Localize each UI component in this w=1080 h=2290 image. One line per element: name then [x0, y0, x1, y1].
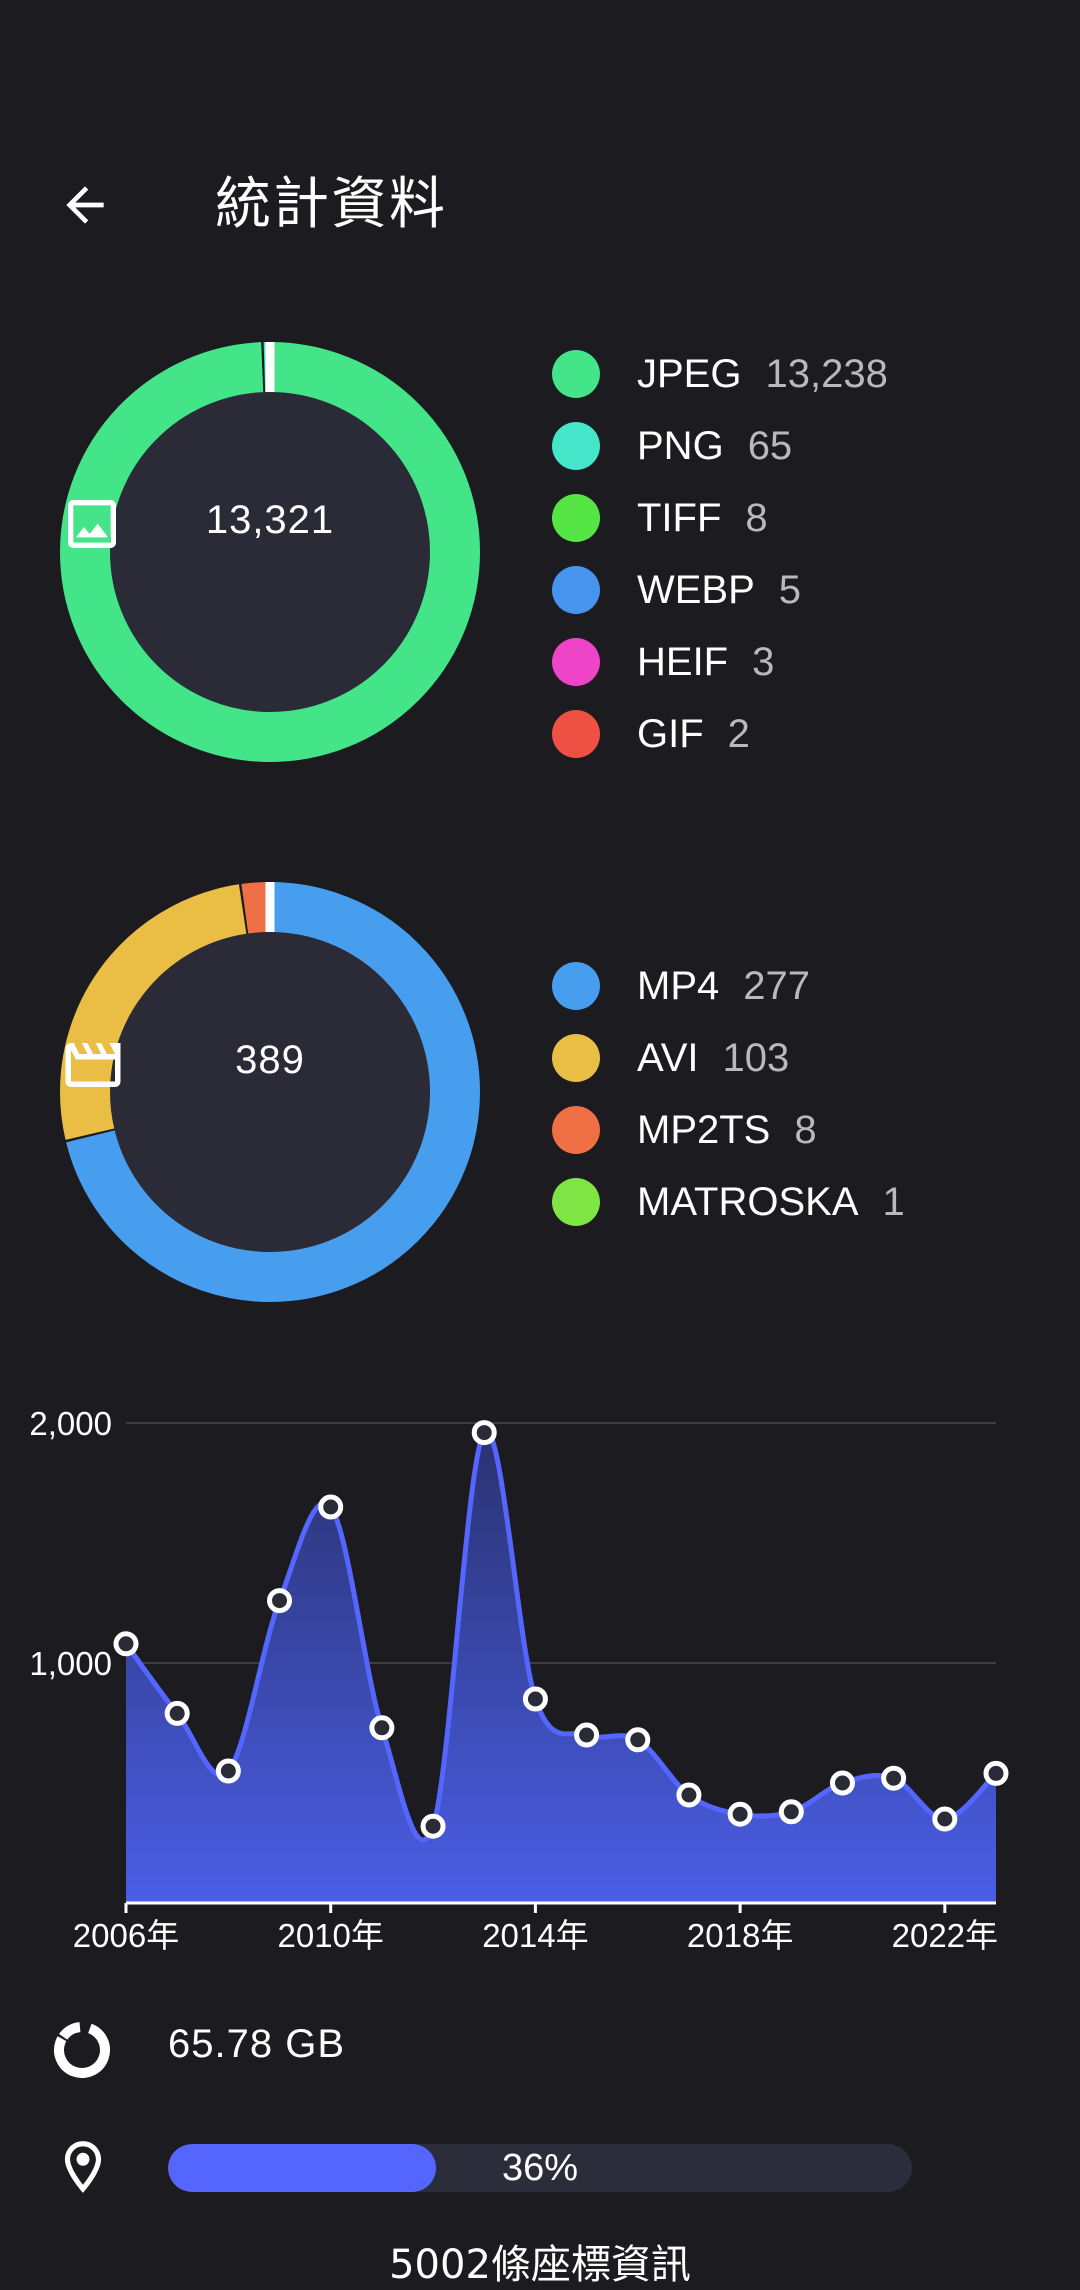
video-donut-center: 389: [60, 1032, 480, 1087]
storage-size: 65.78 GB: [168, 2022, 346, 2066]
chart-data-point: [164, 1700, 190, 1726]
video-format-legend: MP4 277 AVI 103 MP2TS 8 MATROSKA 1: [552, 950, 905, 1238]
legend-label: HEIF: [637, 639, 729, 684]
chart-data-point: [574, 1722, 600, 1748]
legend-count: 13,238: [765, 351, 888, 396]
legend-count: 277: [743, 963, 810, 1008]
chart-data-point: [215, 1758, 241, 1784]
image-format-donut-chart: 13,321: [60, 342, 480, 762]
legend-label: MATROSKA: [637, 1179, 859, 1224]
legend-item-avi: AVI 103: [552, 1022, 905, 1094]
legend-label: GIF: [637, 711, 704, 756]
yearly-count-area-chart: 1,000 2,000 2006年 2010年 2014年 2018年 2022年: [29, 1405, 1009, 1954]
chart-data-point: [318, 1494, 344, 1520]
geo-progress-bar: 36%: [168, 2144, 912, 2192]
legend-item-gif: GIF 2: [552, 698, 888, 770]
image-total-count: 13,321: [205, 498, 335, 542]
legend-item-matroska: MATROSKA 1: [552, 1166, 905, 1238]
legend-count: 65: [747, 423, 793, 468]
chart-data-point: [471, 1420, 497, 1446]
chart-data-point: [932, 1806, 958, 1832]
legend-label: JPEG: [637, 351, 742, 396]
legend-count: 3: [752, 639, 775, 684]
x-tick-label: 2006年: [73, 1917, 179, 1954]
x-tick-label: 2022年: [892, 1917, 998, 1954]
chart-data-point: [983, 1760, 1009, 1786]
chart-area-fill: [126, 1431, 996, 1903]
top-app-bar: 統計資料: [0, 150, 1080, 260]
image-icon: [68, 500, 116, 548]
legend-label: PNG: [637, 423, 724, 468]
legend-label: AVI: [637, 1035, 699, 1080]
legend-dot: [552, 566, 600, 614]
legend-item-mp2ts: MP2TS 8: [552, 1094, 905, 1166]
chart-data-point: [778, 1799, 804, 1825]
geo-progress-label: 36%: [501, 2147, 579, 2189]
video-donut-hole: [110, 932, 430, 1252]
image-donut-center: 13,321: [60, 492, 480, 548]
legend-item-tiff: TIFF 8: [552, 482, 888, 554]
location-progress-row: 36%: [0, 2130, 1080, 2210]
legend-label: TIFF: [637, 495, 722, 540]
legend-item-heif: HEIF 3: [552, 626, 888, 698]
movie-clapper-icon: [65, 1043, 121, 1087]
y-tick-label: 1,000: [29, 1645, 112, 1682]
chart-data-point: [267, 1588, 293, 1614]
legend-dot: [552, 1106, 600, 1154]
chart-data-point: [676, 1782, 702, 1808]
chart-data-point: [829, 1770, 855, 1796]
back-button[interactable]: [40, 160, 130, 250]
arrow-back-icon: [66, 186, 104, 224]
chart-data-point: [522, 1686, 548, 1712]
legend-item-png: PNG 65: [552, 410, 888, 482]
legend-dot: [552, 962, 600, 1010]
chart-data-point: [625, 1727, 651, 1753]
legend-dot: [552, 422, 600, 470]
legend-item-mp4: MP4 277: [552, 950, 905, 1022]
location-pin-icon: [64, 2141, 102, 2193]
page-title: 統計資料: [215, 172, 447, 237]
legend-count: 2: [727, 711, 750, 756]
legend-count: 8: [794, 1107, 817, 1152]
legend-dot: [552, 1178, 600, 1226]
x-tick-label: 2010年: [277, 1917, 383, 1954]
chart-data-point: [113, 1631, 139, 1657]
chart-data-point: [420, 1813, 446, 1839]
video-format-donut-chart: 389: [60, 882, 480, 1302]
chart-data-point: [881, 1765, 907, 1791]
x-tick-label: 2018年: [687, 1917, 793, 1954]
legend-dot: [552, 350, 600, 398]
legend-dot: [552, 710, 600, 758]
legend-item-jpeg: JPEG 13,238: [552, 338, 888, 410]
legend-count: 5: [778, 567, 802, 612]
chart-ticks: 2006年 2010年 2014年 2018年 2022年: [73, 1903, 998, 1954]
legend-dot: [552, 494, 600, 542]
video-total-count: 389: [235, 1038, 305, 1082]
legend-item-webp: WEBP 5: [552, 554, 888, 626]
chart-data-point: [727, 1801, 753, 1827]
geo-coordinate-caption: 5002條座標資訊: [389, 2242, 691, 2288]
legend-count: 1: [882, 1179, 905, 1224]
legend-dot: [552, 1034, 600, 1082]
legend-count: 103: [722, 1035, 790, 1080]
legend-label: MP4: [637, 963, 720, 1008]
storage-donut-icon: [54, 2022, 110, 2078]
legend-dot: [552, 638, 600, 686]
storage-usage-row: 65.78 GB: [0, 2008, 1080, 2092]
x-tick-label: 2014年: [482, 1917, 588, 1954]
image-donut-hole: [110, 392, 430, 712]
legend-label: MP2TS: [637, 1107, 771, 1152]
y-tick-label: 2,000: [29, 1405, 112, 1442]
legend-count: 8: [745, 495, 768, 540]
chart-data-point: [369, 1715, 395, 1741]
legend-label: WEBP: [637, 567, 755, 612]
image-format-legend: JPEG 13,238 PNG 65 TIFF 8 WEBP 5 HEIF 3 GIF 2: [552, 338, 888, 770]
